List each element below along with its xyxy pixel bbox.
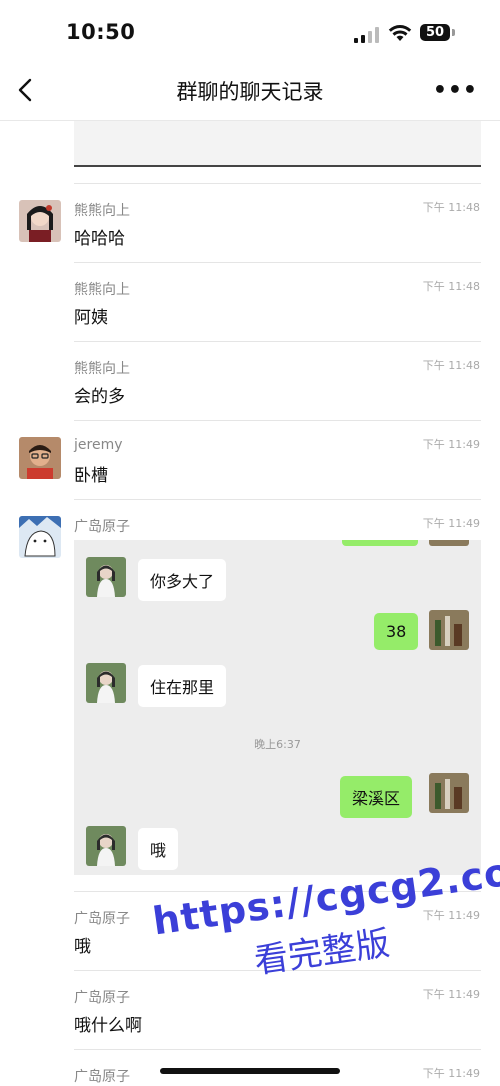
battery-icon: 50	[420, 24, 450, 41]
sender-name: 熊熊向上	[74, 203, 130, 219]
sender-name: 广岛原子	[74, 911, 130, 927]
status-bar: 10:50 50	[0, 0, 500, 62]
list-item[interactable]: 广岛原子 下午 11:49 哦什么啊	[0, 971, 500, 1049]
message-time: 下午 11:48	[422, 280, 480, 293]
avatar[interactable]	[19, 516, 61, 558]
wifi-icon	[388, 25, 412, 41]
list-item[interactable]: 熊熊向上 下午 11:48 阿姨	[0, 263, 500, 341]
message-text: 哈哈哈	[74, 229, 125, 249]
sender-name: jeremy	[74, 437, 123, 453]
partial-avatar	[429, 540, 469, 546]
message-text: 会的多	[74, 387, 125, 407]
chat-bubble: 38	[374, 613, 419, 650]
battery-tip	[452, 29, 455, 36]
message-text: 哦	[74, 937, 91, 957]
partial-bubble	[342, 540, 418, 546]
sender-name: 广岛原子	[74, 1069, 130, 1085]
message-time: 下午 11:49	[422, 517, 480, 530]
chat-bubble: 住在那里	[138, 665, 227, 707]
sender-name: 广岛原子	[74, 519, 130, 535]
page-title: 群聊的聊天记录	[176, 80, 324, 104]
sender-name: 广岛原子	[74, 990, 130, 1006]
message-time: 下午 11:49	[422, 909, 480, 922]
chat-avatar	[86, 557, 126, 597]
chat-avatar	[429, 610, 469, 650]
chat-avatar	[86, 663, 126, 703]
forwarded-media-card-partial[interactable]	[74, 121, 481, 167]
list-item[interactable]: jeremy 下午 11:49 卧槽	[0, 421, 500, 499]
chat-avatar	[429, 773, 469, 813]
forwarded-screenshot[interactable]: 你多大了 38 住在那里 晚上6:37 梁溪区 哦	[74, 540, 481, 875]
message-text: 阿姨	[74, 308, 108, 328]
message-text: 卧槽	[74, 466, 108, 486]
message-time: 下午 11:49	[422, 988, 480, 1001]
message-time: 下午 11:49	[422, 1067, 480, 1080]
message-time: 下午 11:48	[422, 359, 480, 372]
list-item[interactable]: 熊熊向上 下午 11:48 会的多	[0, 342, 500, 420]
chat-avatar	[86, 826, 126, 866]
home-indicator[interactable]	[160, 1068, 340, 1074]
nav-bar: 群聊的聊天记录 •••	[0, 62, 500, 121]
message-text: 哦什么啊	[74, 1016, 142, 1036]
avatar[interactable]	[19, 437, 61, 479]
chat-bubble: 你多大了	[138, 559, 227, 601]
message-time: 下午 11:49	[422, 438, 480, 451]
signal-icon	[354, 27, 379, 43]
sender-name: 熊熊向上	[74, 361, 130, 377]
more-options-button[interactable]: •••	[433, 78, 478, 103]
status-time: 10:50	[66, 20, 136, 44]
list-item[interactable]: 熊熊向上 下午 11:48 哈哈哈	[0, 184, 500, 262]
chat-time-divider: 晚上6:37	[254, 738, 301, 751]
chat-bubble: 哦	[138, 828, 179, 870]
message-time: 下午 11:48	[422, 201, 480, 214]
avatar[interactable]	[19, 200, 61, 242]
sender-name: 熊熊向上	[74, 282, 130, 298]
list-item[interactable]: 广岛原子 下午 11:49 哦	[0, 892, 500, 970]
chat-bubble: 梁溪区	[340, 776, 413, 818]
